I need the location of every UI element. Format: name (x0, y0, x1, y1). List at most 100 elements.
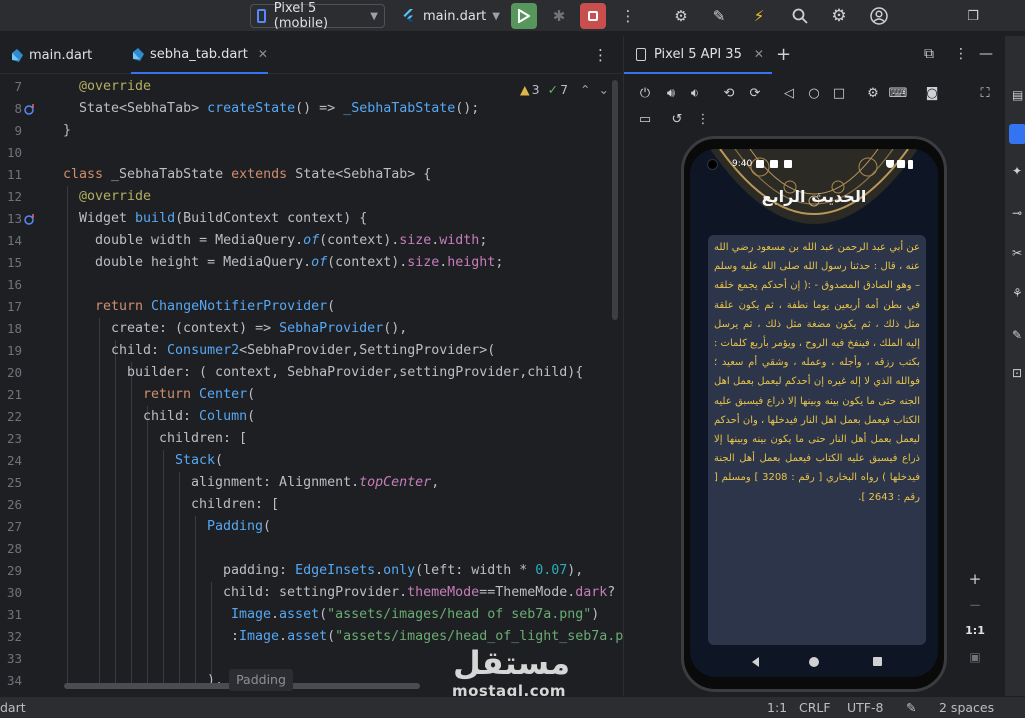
notification-icon (756, 160, 764, 168)
debug-button[interactable]: ✱ (546, 3, 572, 29)
code-line: 20 builder: ( context, SebhaProvider,sett… (6, 365, 584, 380)
code-line: 27 Padding( (6, 519, 272, 534)
volume-up-icon[interactable]: 🔊︎ (662, 84, 680, 102)
zoom-out-button[interactable]: − (960, 592, 990, 618)
camera-icon[interactable]: ◙ (923, 84, 941, 102)
power-icon[interactable]: ⏻ (636, 84, 654, 102)
open-external-icon[interactable]: ⧉ (924, 46, 934, 62)
code-line: 13 Widget build(BuildContext context) { (6, 211, 368, 226)
back-icon[interactable] (752, 657, 759, 667)
rotate-right-icon[interactable]: ⟳ (746, 84, 764, 102)
tab-sebha-tab-dart[interactable]: sebha_tab.dart ✕ (131, 36, 268, 74)
restore-window-button[interactable]: ❐ (960, 3, 986, 29)
code-style-icon[interactable]: ✎ (906, 700, 916, 715)
layout-icon[interactable]: ⊡ (1012, 366, 1025, 380)
add-device-icon[interactable]: + (776, 44, 791, 65)
search-button[interactable] (787, 3, 813, 29)
video-icon[interactable]: ▭ (636, 110, 654, 128)
back-icon[interactable]: ◁ (780, 84, 798, 102)
file-encoding[interactable]: UTF-8 (847, 700, 883, 715)
code-line: 16 (6, 277, 22, 292)
hot-reload-icon: ⚡ (753, 7, 765, 25)
close-icon[interactable]: ✕ (754, 47, 764, 61)
device-settings-icon[interactable]: ⚙ (864, 84, 882, 102)
rotate-left-icon[interactable]: ⟲ (720, 84, 738, 102)
override-gutter-icon[interactable] (24, 213, 36, 225)
closing-label-hint: Padding (229, 669, 293, 691)
code-area[interactable]: 7 @override 8 State<SebhaTab> createState(… (0, 76, 623, 688)
zoom-actual-size-button[interactable]: 1:1 (960, 618, 990, 644)
build-icon[interactable]: ✂ (1012, 246, 1025, 260)
code-line: 18 create: (context) => SebhaProvider(), (6, 321, 408, 336)
tab-label: main.dart (29, 47, 93, 63)
code-line: 28 (6, 541, 22, 556)
main-toolbar: Pixel 5 (mobile) ▼ main.dart ▼ ✱ ⋮ ⚙ ✎ ⚡… (0, 0, 1025, 32)
edit-file-button[interactable]: ✎ (706, 3, 732, 29)
edit-icon[interactable]: ✎ (1012, 328, 1025, 342)
wifi-icon (886, 160, 894, 168)
phone-screen[interactable]: 9:40 الحديث الرابع عن أبي عبد الرحمن عبد… (690, 149, 938, 677)
stop-button[interactable] (580, 3, 606, 29)
tab-main-dart[interactable]: main.dart (10, 36, 92, 74)
more-icon[interactable]: ⋮ (593, 46, 608, 64)
home-icon[interactable] (809, 657, 819, 667)
watermark-arabic: مستقل (452, 644, 570, 682)
volume-down-icon[interactable]: 🔉︎ (686, 84, 704, 102)
caret-position[interactable]: 1:1 (767, 700, 787, 715)
run-button[interactable] (511, 3, 537, 29)
hot-reload-button[interactable]: ⚡ (746, 3, 772, 29)
phone-frame: 9:40 الحديث الرابع عن أبي عبد الرحمن عبد… (681, 136, 947, 692)
flutter-icon (403, 9, 413, 22)
code-line: 10 (6, 145, 22, 160)
close-icon[interactable]: ✕ (258, 47, 268, 61)
zoom-in-button[interactable]: + (960, 566, 990, 592)
phone-icon (636, 47, 646, 61)
chevron-down-icon: ▼ (492, 10, 500, 22)
edit-file-icon: ✎ (712, 7, 726, 25)
snapshot-icon[interactable]: ↺ (668, 110, 686, 128)
widget-inspector-icon[interactable]: ⚘ (1012, 286, 1025, 300)
emulator-toolbar: ⏻ 🔊︎ 🔉︎ ⟲ ⟳ ◁ ○ □ ⚙ ⌨ ◙ ⛶ ▭ ↺ ⋮ (624, 78, 1004, 130)
dart-file-icon (12, 48, 23, 62)
device-selector[interactable]: Pixel 5 (mobile) ▼ (250, 1, 385, 31)
account-button[interactable] (866, 3, 892, 29)
recents-icon[interactable] (873, 657, 882, 666)
hadith-text: عن أبي عبد الرحمن عبد الله بن مسعود رضي … (713, 242, 921, 503)
home-icon[interactable]: ○ (805, 84, 823, 102)
settings-button[interactable]: ⚙ (826, 3, 852, 29)
running-devices-icon[interactable] (1009, 124, 1025, 144)
mostaql-watermark: مستقل mostaql.com (450, 644, 580, 700)
gemini-icon[interactable]: ✦ (1012, 164, 1025, 178)
tab-pixel-5-api-35[interactable]: Pixel 5 API 35 ✕ (624, 36, 772, 74)
run-config-selector[interactable]: main.dart ▼ (402, 4, 502, 28)
android-status-bar: 9:40 (690, 157, 938, 173)
overview-icon[interactable]: □ (830, 84, 848, 102)
code-line: 11 class _SebhaTabState extends State<Seb… (6, 167, 432, 182)
code-line: 21 return Center( (6, 387, 256, 402)
more-actions-button[interactable]: ⋮ (615, 3, 641, 29)
line-separator[interactable]: CRLF (799, 700, 831, 715)
hadith-card[interactable]: عن أبي عبد الرحمن عبد الله بن مسعود رضي … (708, 235, 926, 645)
code-line: 12 @override (6, 189, 152, 204)
fit-screen-icon[interactable]: ▣ (960, 644, 990, 670)
code-line: 29 padding: EdgeInsets.only(left: width *… (6, 563, 584, 578)
device-manager-icon[interactable]: ▤ (1012, 88, 1025, 102)
vertical-scrollbar[interactable] (612, 80, 618, 320)
code-editor: main.dart sebha_tab.dart ✕ ⋮ ▲ 3 ✓ 7 ⌃⌄ … (0, 36, 623, 696)
play-icon (518, 9, 530, 23)
minimize-icon[interactable]: — (979, 46, 993, 62)
breadcrumb[interactable]: dart (0, 700, 26, 715)
more-icon[interactable]: ⋮ (954, 46, 968, 62)
account-icon (870, 7, 888, 25)
tab-label: sebha_tab.dart (150, 46, 248, 62)
running-devices-panel: Pixel 5 API 35 ✕ + ⧉ ⋮ — ⏻ 🔊︎ 🔉︎ ⟲ ⟳ ◁ ○… (623, 36, 1003, 696)
keyboard-icon[interactable]: ⌨ (889, 84, 908, 102)
indent-setting[interactable]: 2 spaces (939, 700, 994, 715)
stop-icon (588, 11, 598, 21)
code-line: 9} (14, 123, 72, 138)
attach-debugger-button[interactable]: ⚙ (668, 3, 694, 29)
more-icon[interactable]: ⋮ (694, 110, 712, 128)
override-gutter-icon[interactable] (24, 103, 36, 115)
screen-record-icon[interactable]: ⛶ (976, 84, 994, 102)
link-icon[interactable]: ⊸ (1012, 206, 1025, 220)
